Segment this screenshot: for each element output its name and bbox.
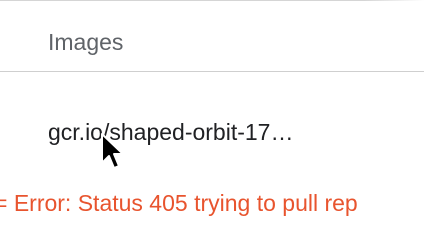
- images-panel: Images gcr.io/shaped-orbit-17… = Error: …: [0, 0, 424, 224]
- mouse-pointer-icon: [101, 133, 124, 169]
- error-message: = Error: Status 405 trying to pull rep: [0, 190, 358, 216]
- image-name-cell[interactable]: gcr.io/shaped-orbit-17…: [48, 117, 293, 147]
- images-column-label: Images: [48, 29, 124, 55]
- images-column-header: Images: [0, 1, 424, 71]
